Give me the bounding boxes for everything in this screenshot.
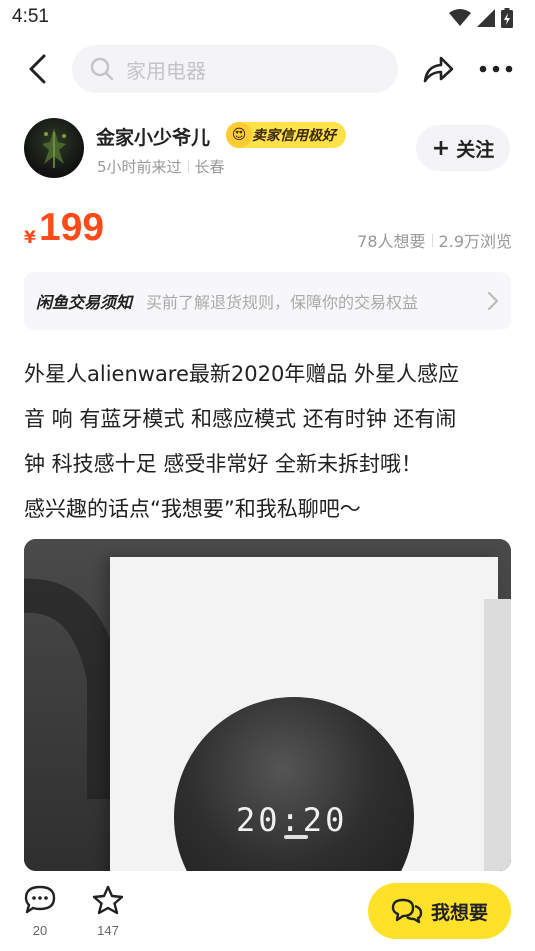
wants-count: 78人想要 xyxy=(357,232,426,251)
product-box-edge xyxy=(484,599,511,871)
seller-meta: 5小时前来过 长春 xyxy=(97,156,225,177)
status-bar: 4:51 xyxy=(0,0,535,36)
back-icon xyxy=(29,54,46,84)
more-icon xyxy=(479,65,513,73)
want-button[interactable]: 我想要 xyxy=(368,883,511,939)
divider xyxy=(431,233,433,247)
search-icon xyxy=(90,57,114,81)
battery-icon xyxy=(501,8,513,28)
signal-icon xyxy=(477,9,495,27)
seller-info: 金家小少爷儿 😍 卖家信用极好 5小时前来过 长春 + 关注 xyxy=(24,118,514,182)
status-time: 4:51 xyxy=(12,6,49,27)
comment-button[interactable]: 20 xyxy=(18,885,62,938)
follow-button[interactable]: + 关注 xyxy=(416,125,510,171)
description-line: 钟 科技感十足 感受非常好 全新未拆封哦！ xyxy=(24,452,423,476)
chevron-right-icon xyxy=(487,291,499,311)
currency-symbol: ¥ xyxy=(24,228,36,248)
seller-location: 长春 xyxy=(194,158,225,176)
back-button[interactable] xyxy=(20,50,54,88)
favorite-count: 147 xyxy=(97,923,119,938)
heart-eyes-icon: 😍 xyxy=(226,122,252,148)
top-nav-bar: 家用电器 xyxy=(0,40,535,98)
trade-notice-banner[interactable]: 闲鱼交易须知 买前了解退货规则，保障你的交易权益 xyxy=(24,272,511,330)
notice-text: 买前了解退货规则，保障你的交易权益 xyxy=(146,293,419,312)
credit-badge: 😍 卖家信用极好 xyxy=(226,122,346,148)
comment-count: 20 xyxy=(32,923,48,938)
comment-icon xyxy=(24,885,56,914)
price-amount: 199 xyxy=(39,206,105,249)
search-placeholder: 家用电器 xyxy=(126,58,206,83)
plus-icon: + xyxy=(431,135,451,161)
description-line: 感兴趣的话点“我想要”和我私聊吧～ xyxy=(24,497,361,521)
item-stats: 78人想要 2.9万浏览 xyxy=(357,228,512,252)
last-seen: 5小时前来过 xyxy=(97,158,182,176)
item-description: 外星人alienware最新2020年赠品 外星人感应 音 响 有蓝牙模式 和感… xyxy=(24,352,516,532)
notice-title: 闲鱼交易须知 xyxy=(36,293,133,312)
views-count: 2.9万浏览 xyxy=(438,232,512,251)
chat-bubbles-icon xyxy=(391,898,423,924)
credit-badge-label: 卖家信用极好 xyxy=(252,128,336,144)
share-icon xyxy=(423,56,454,83)
bottom-action-bar: 20 147 我想要 xyxy=(0,871,535,951)
divider xyxy=(187,160,189,173)
avatar[interactable] xyxy=(24,118,84,178)
search-input[interactable]: 家用电器 xyxy=(72,45,398,93)
more-button[interactable] xyxy=(474,52,518,86)
price-row: ¥ 199 78人想要 2.9万浏览 xyxy=(24,206,512,256)
star-icon xyxy=(92,885,124,915)
avatar-image xyxy=(42,128,66,168)
description-line: 外星人alienware最新2020年赠品 外星人感应 xyxy=(24,362,460,386)
clock-display: 20:20 xyxy=(236,801,348,839)
wifi-icon xyxy=(449,9,471,26)
item-photo[interactable]: 20:20 xyxy=(24,539,511,871)
seller-name[interactable]: 金家小少爷儿 xyxy=(96,123,210,150)
share-button[interactable] xyxy=(418,50,458,88)
favorite-button[interactable]: 147 xyxy=(86,885,130,938)
clock-indicator xyxy=(284,835,308,839)
description-line: 音 响 有蓝牙模式 和感应模式 还有时钟 还有闹 xyxy=(24,407,457,431)
want-label: 我想要 xyxy=(430,901,488,924)
follow-label: 关注 xyxy=(456,138,495,161)
status-icons xyxy=(449,8,513,28)
